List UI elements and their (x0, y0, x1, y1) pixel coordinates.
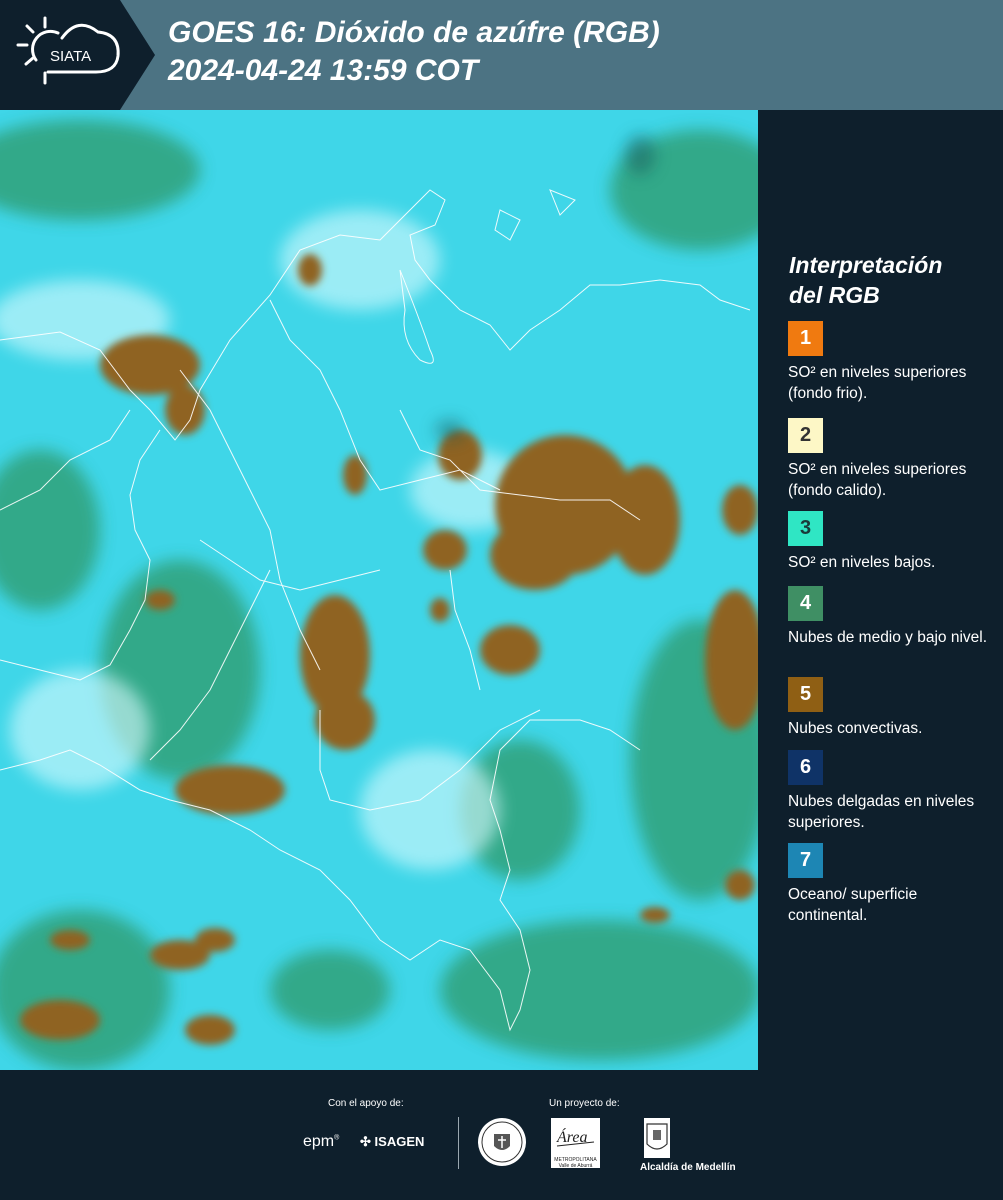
legend-item-7: 7 Oceano/ superficie continental. (788, 843, 998, 926)
legend-label-5: Nubes convectivas. (788, 720, 923, 737)
legend-swatch-3: 3 (788, 511, 823, 546)
isagen-icon: ✣ (360, 1134, 371, 1149)
legend-item-1: 1 SO² en niveles superiores (fondo frio)… (788, 321, 998, 404)
alcaldia-shield-icon (644, 1118, 670, 1158)
footer: Con el apoyo de: Un proyecto de: epm® ✣ … (0, 1070, 1003, 1200)
footer-divider (458, 1117, 459, 1169)
legend-swatch-4: 4 (788, 586, 823, 621)
legend-panel: Interpretación del RGB 1 SO² en niveles … (762, 110, 1003, 1070)
legend-title-line-1: Interpretación (789, 252, 943, 278)
legend-item-6: 6 Nubes delgadas en niveles superiores. (788, 750, 998, 833)
legend-item-4: 4 Nubes de medio y bajo nivel. (788, 586, 998, 648)
legend-item-5: 5 Nubes convectivas. (788, 677, 998, 739)
alcaldia-label: Alcaldía de Medellín (640, 1162, 736, 1173)
medellin-seal-icon (478, 1118, 526, 1166)
legend-label-4: Nubes de medio y bajo nivel. (788, 629, 988, 646)
legend-label-6: Nubes delgadas en niveles superiores. (788, 793, 975, 831)
header-bar: SIATA GOES 16: Dióxido de azúfre (RGB) 2… (0, 0, 1003, 110)
legend-swatch-6: 6 (788, 750, 823, 785)
title-line-2: 2024-04-24 13:59 COT (168, 54, 479, 87)
legend-label-2: SO² en niveles superiores (fondo calido)… (788, 461, 967, 499)
legend-swatch-2: 2 (788, 418, 823, 453)
legend-label-1: SO² en niveles superiores (fondo frio). (788, 364, 967, 402)
area-metropolitana-logo: Área METROPOLITANA Valle de Aburrá (551, 1118, 600, 1169)
legend-item-2: 2 SO² en niveles superiores (fondo calid… (788, 418, 998, 501)
epm-logo: epm® (303, 1133, 340, 1150)
area-sub-text: Valle de Aburrá (558, 1163, 593, 1169)
legend-label-7: Oceano/ superficie continental. (788, 886, 918, 924)
page-title: GOES 16: Dióxido de azúfre (RGB) 2024-04… (168, 14, 660, 90)
legend-title: Interpretación del RGB (789, 250, 942, 310)
project-label: Un proyecto de: (549, 1098, 620, 1109)
satellite-map (0, 110, 790, 1070)
svg-text:SIATA: SIATA (50, 48, 91, 65)
legend-swatch-7: 7 (788, 843, 823, 878)
legend-title-line-2: del RGB (789, 282, 880, 308)
legend-swatch-5: 5 (788, 677, 823, 712)
siata-logo: SIATA (0, 0, 155, 110)
isagen-logo: ✣ ISAGEN (360, 1134, 425, 1149)
support-label: Con el apoyo de: (328, 1098, 404, 1109)
title-line-1: GOES 16: Dióxido de azúfre (RGB) (168, 16, 660, 49)
legend-item-3: 3 SO² en niveles bajos. (788, 511, 998, 573)
legend-swatch-1: 1 (788, 321, 823, 356)
legend-label-3: SO² en niveles bajos. (788, 554, 936, 571)
